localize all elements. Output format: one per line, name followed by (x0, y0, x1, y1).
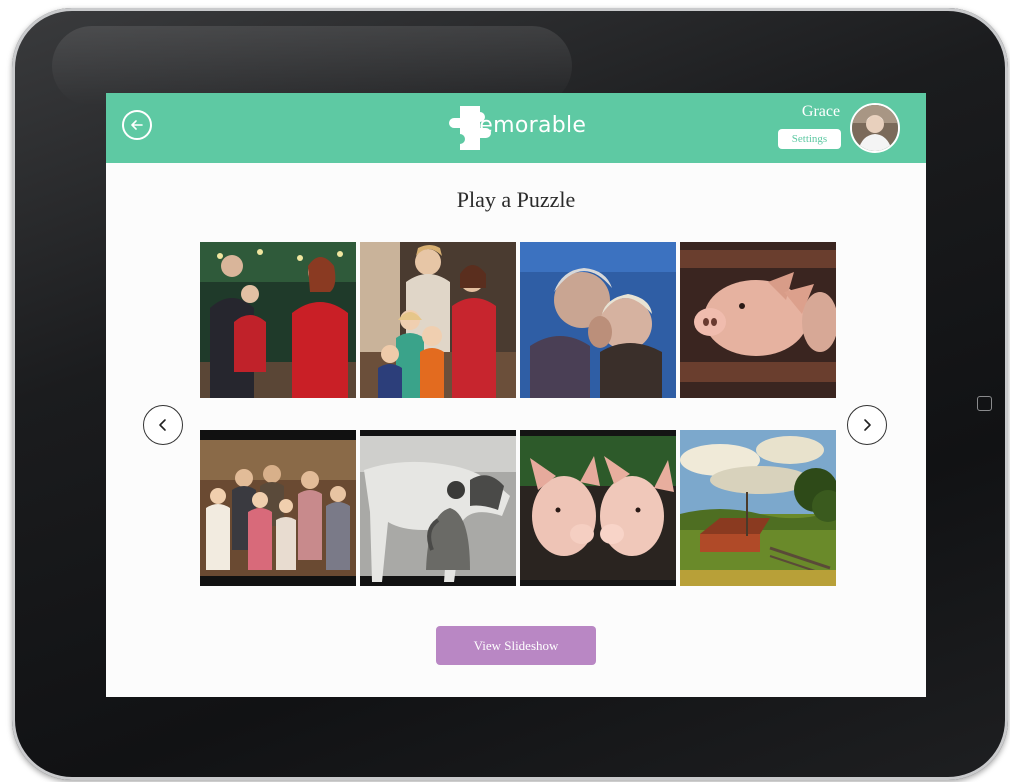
puzzle-photo-grandmother-children[interactable] (360, 242, 516, 398)
home-button[interactable] (977, 396, 992, 411)
previous-button[interactable] (143, 405, 183, 445)
view-slideshow-button[interactable]: View Slideshow (436, 626, 596, 665)
back-button[interactable] (122, 110, 152, 140)
puzzle-photo-elderly-couple[interactable] (520, 242, 676, 398)
page-title: Play a Puzzle (456, 187, 576, 212)
puzzle-photo-pig-fence[interactable] (680, 242, 836, 398)
user-name: Grace (801, 103, 841, 120)
settings-button[interactable]: Settings (778, 129, 841, 149)
chevron-right-icon (864, 419, 871, 431)
app-screen: Memorable Grace Settings Play a Puzzle V… (106, 93, 926, 697)
avatar[interactable] (850, 103, 900, 153)
puzzle-photo-milking-cow[interactable] (360, 430, 516, 586)
puzzle-grid (200, 242, 836, 586)
puzzle-photo-vintage-family[interactable] (200, 430, 356, 586)
next-button[interactable] (847, 405, 887, 445)
app-header: Memorable Grace Settings (106, 93, 926, 163)
back-arrow-icon (131, 120, 143, 130)
app-logo: Memorable (446, 102, 586, 154)
puzzle-photo-family-holiday[interactable] (200, 242, 356, 398)
app-name: Memorable (460, 113, 587, 138)
puzzle-photo-two-pigs[interactable] (520, 430, 676, 586)
chevron-left-icon (159, 419, 166, 431)
puzzle-photo-red-barn[interactable] (680, 430, 836, 586)
